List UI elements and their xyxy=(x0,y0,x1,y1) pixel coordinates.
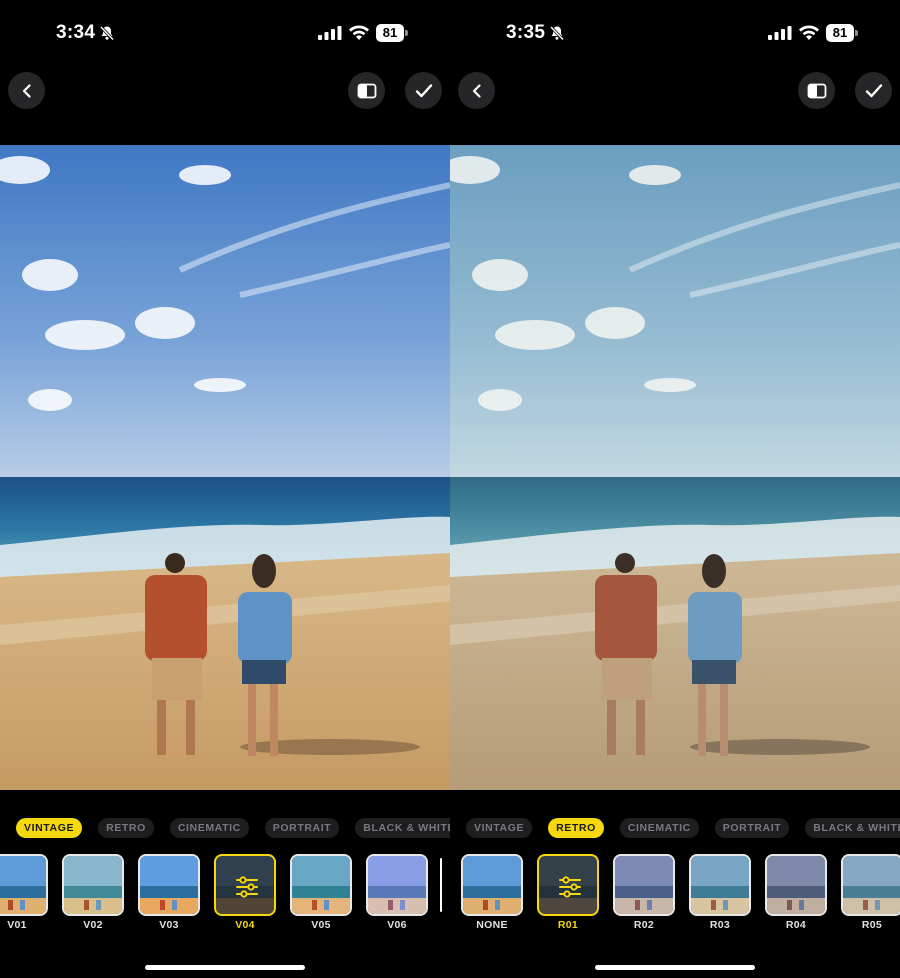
category-tab-black-white[interactable]: BLACK & WHITE xyxy=(805,818,900,838)
category-tab-black-white[interactable]: BLACK & WHITE xyxy=(355,818,450,838)
home-indicator[interactable] xyxy=(145,965,305,970)
bell-slash-icon xyxy=(549,25,565,41)
filter-category-tabs: VINTAGE RETRO CINEMATIC PORTRAIT BLACK &… xyxy=(16,818,450,838)
category-tab-cinematic[interactable]: CINEMATIC xyxy=(169,818,249,838)
filter-label: V02 xyxy=(83,919,103,931)
photo-preview[interactable] xyxy=(0,145,450,790)
filter-label: V01 xyxy=(7,919,27,931)
filter-thumb-r05[interactable]: R05 xyxy=(841,854,900,931)
checkmark-icon xyxy=(415,83,432,97)
status-time: 3:35 xyxy=(506,22,546,43)
chevron-left-icon xyxy=(472,83,481,98)
category-tab-vintage[interactable]: VINTAGE xyxy=(466,818,533,838)
filter-thumbnail xyxy=(214,854,276,916)
filter-thumb-v06[interactable]: V06 xyxy=(366,854,428,931)
editor-screen-after: 3:35 81 VINTAGE RETRO CINEMATIC PORTRAIT… xyxy=(450,0,900,978)
filter-thumb-v02[interactable]: V02 xyxy=(62,854,124,931)
back-button[interactable] xyxy=(458,72,495,109)
category-tab-cinematic[interactable]: CINEMATIC xyxy=(619,818,699,838)
battery-level: 81 xyxy=(826,24,854,42)
filter-thumb-r03[interactable]: R03 xyxy=(689,854,751,931)
filter-thumbnail xyxy=(537,854,599,916)
filter-thumbnail xyxy=(461,854,523,916)
filter-thumb-r01-selected[interactable]: R01 xyxy=(537,854,599,931)
category-tab-retro[interactable]: RETRO xyxy=(548,818,604,838)
status-bar: 3:34 81 xyxy=(0,0,450,64)
filter-label: R05 xyxy=(861,919,883,931)
category-tab-portrait[interactable]: PORTRAIT xyxy=(714,818,790,838)
filter-label: V03 xyxy=(159,919,179,931)
apply-checkmark-button[interactable] xyxy=(405,72,442,109)
split-compare-icon xyxy=(807,83,826,98)
filter-thumbnail-strip: NONE R01 R02 R03 R04 R05 xyxy=(450,854,900,934)
filter-label: R01 xyxy=(557,919,579,931)
cellular-signal-icon xyxy=(768,26,792,40)
filter-thumbnail xyxy=(62,854,124,916)
chevron-left-icon xyxy=(22,83,31,98)
category-tab-portrait[interactable]: PORTRAIT xyxy=(264,818,340,838)
wifi-icon xyxy=(349,25,369,40)
filter-thumbnail xyxy=(689,854,751,916)
filter-thumbnail xyxy=(613,854,675,916)
photo-preview[interactable] xyxy=(450,145,900,790)
filter-thumbnail xyxy=(0,854,48,916)
filter-thumbnail xyxy=(138,854,200,916)
filter-thumb-none[interactable]: NONE xyxy=(461,854,523,931)
filter-thumb-v04-selected[interactable]: V04 xyxy=(214,854,276,931)
sliders-icon xyxy=(236,876,258,898)
filter-thumbnail xyxy=(366,854,428,916)
filter-label: R03 xyxy=(709,919,731,931)
filter-thumb-r02[interactable]: R02 xyxy=(613,854,675,931)
split-compare-icon xyxy=(357,83,376,98)
filter-thumb-v03[interactable]: V03 xyxy=(138,854,200,931)
sliders-icon xyxy=(559,876,581,898)
filter-label: V06 xyxy=(387,919,407,931)
filter-thumb-v05[interactable]: V05 xyxy=(290,854,352,931)
bell-slash-icon xyxy=(99,25,115,41)
category-tab-retro[interactable]: RETRO xyxy=(98,818,154,838)
compare-button[interactable] xyxy=(348,72,385,109)
filter-label: V04 xyxy=(235,919,255,931)
filter-label: NONE xyxy=(476,919,508,931)
filter-label: V05 xyxy=(311,919,331,931)
filter-thumbnail xyxy=(841,854,900,916)
back-button[interactable] xyxy=(8,72,45,109)
battery-indicator: 81 xyxy=(376,24,408,42)
status-bar: 3:35 81 xyxy=(450,0,900,64)
checkmark-icon xyxy=(865,83,882,97)
wifi-icon xyxy=(799,25,819,40)
filter-thumb-v01[interactable]: V01 xyxy=(0,854,48,931)
battery-indicator: 81 xyxy=(826,24,858,42)
filter-thumbnail-strip: V01 V02 V03 V04 V05 V06 xyxy=(0,854,450,934)
filter-thumb-r04[interactable]: R04 xyxy=(765,854,827,931)
filter-thumbnail xyxy=(765,854,827,916)
compare-button[interactable] xyxy=(798,72,835,109)
filter-label: R02 xyxy=(633,919,655,931)
category-tab-vintage[interactable]: VINTAGE xyxy=(16,818,83,838)
status-time: 3:34 xyxy=(56,22,96,43)
home-indicator[interactable] xyxy=(595,965,755,970)
filter-thumbnail xyxy=(290,854,352,916)
cellular-signal-icon xyxy=(318,26,342,40)
apply-checkmark-button[interactable] xyxy=(855,72,892,109)
battery-level: 81 xyxy=(376,24,404,42)
filter-label: R04 xyxy=(785,919,807,931)
editor-screen-before: 3:34 81 VINTAGE RETRO CINEMATIC PORTRAIT… xyxy=(0,0,450,978)
filter-category-tabs: VINTAGE RETRO CINEMATIC PORTRAIT BLACK &… xyxy=(466,818,900,838)
scroll-divider xyxy=(440,858,442,912)
